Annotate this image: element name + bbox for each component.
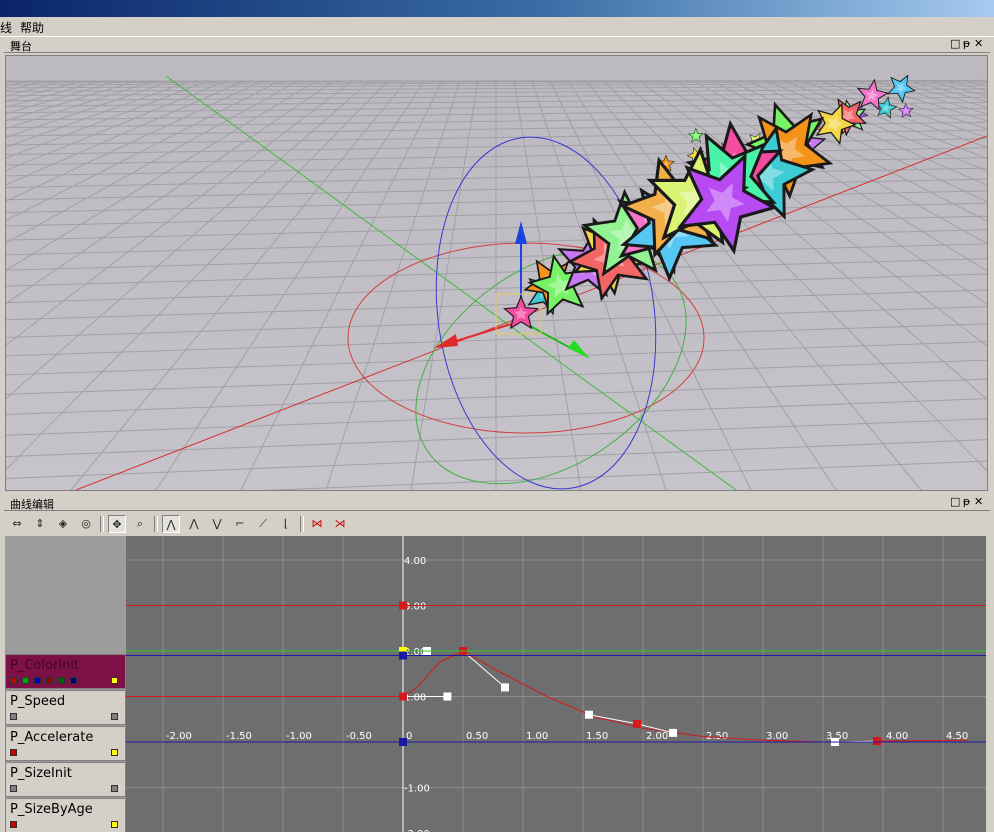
channel-chip[interactable] bbox=[70, 677, 77, 684]
curve-toolbar: ⇔ ⇕ ◈ ◎ ✥ ⌕ ⋀ ⋀ ⋁ ⌐ ⟋ ⌊ ⋈ ⋊ bbox=[6, 513, 986, 535]
curve-mode-2-icon[interactable]: ⋀ bbox=[185, 515, 203, 533]
add-key-icon[interactable]: ⋈ bbox=[308, 515, 326, 533]
pin-icon[interactable]: ᵽ bbox=[962, 495, 974, 508]
curve-mode-1-icon[interactable]: ⋀ bbox=[162, 515, 180, 533]
track-color-chip[interactable] bbox=[111, 677, 118, 684]
stage-panel-title: 舞台 bbox=[10, 40, 32, 53]
restore-icon[interactable]: □ bbox=[950, 37, 962, 50]
pin-icon[interactable]: ᵽ bbox=[962, 37, 974, 50]
track-color-chip[interactable] bbox=[111, 821, 118, 828]
menu-item-partial[interactable]: 线 bbox=[0, 19, 12, 36]
channel-chip[interactable] bbox=[46, 677, 53, 684]
stage-3d-viewport[interactable] bbox=[5, 55, 988, 491]
curve-mode-4-icon[interactable]: ⌐ bbox=[231, 515, 249, 533]
curve-panel-title: 曲线编辑 bbox=[10, 498, 54, 511]
track-label: P_SizeByAge bbox=[10, 802, 93, 817]
channel-chip[interactable] bbox=[34, 677, 41, 684]
close-icon[interactable]: ✕ bbox=[974, 37, 986, 50]
track-color-chip[interactable] bbox=[111, 713, 118, 720]
x-tick-label: 0.50 bbox=[466, 731, 488, 742]
menu-bar: 线 帮助 bbox=[0, 17, 994, 37]
step-tangent-icon[interactable]: ⌊ bbox=[277, 515, 295, 533]
fit-all-icon[interactable]: ◈ bbox=[54, 515, 72, 533]
menu-item-help[interactable]: 帮助 bbox=[20, 19, 44, 36]
linear-tangent-icon[interactable]: ⟋ bbox=[254, 515, 272, 533]
x-tick-label: -1.50 bbox=[226, 731, 252, 742]
track-p-colorinit[interactable]: P_ColorInit bbox=[5, 654, 126, 689]
y-tick-label: 3.00 bbox=[404, 602, 426, 613]
stage-panel-header: 舞台 □ᵽ✕ bbox=[4, 37, 990, 53]
curve-graph-canvas[interactable]: -2.00 -1.50 -1.00 -0.50 0 0.50 1.00 1.50 2.00 2.5… bbox=[102, 536, 986, 832]
curve-mode-3-icon[interactable]: ⋁ bbox=[208, 515, 226, 533]
channel-chip[interactable] bbox=[10, 749, 17, 756]
track-color-chip[interactable] bbox=[111, 785, 118, 792]
curve-key-point[interactable] bbox=[399, 738, 407, 746]
fit-vertical-icon[interactable]: ⇕ bbox=[31, 515, 49, 533]
curve-key-point[interactable] bbox=[633, 719, 641, 728]
track-p-accelerate[interactable]: P_Accelerate bbox=[5, 726, 126, 761]
x-tick-label: -0.50 bbox=[346, 731, 372, 742]
curve-key-point[interactable] bbox=[399, 651, 407, 660]
x-tick-label: -1.00 bbox=[286, 731, 312, 742]
graph-grid bbox=[102, 536, 986, 832]
tangent-handle[interactable] bbox=[585, 710, 593, 719]
x-tick-label: 2.00 bbox=[646, 731, 668, 742]
channel-chip[interactable] bbox=[58, 677, 65, 684]
track-label: P_SizeInit bbox=[10, 766, 72, 781]
tangent-line bbox=[462, 650, 506, 688]
track-list: P_ColorInit P_Speed P_Accelerate P_SizeInit… bbox=[5, 536, 126, 832]
track-label: P_Accelerate bbox=[10, 730, 94, 745]
channel-chip[interactable] bbox=[22, 677, 29, 684]
close-icon[interactable]: ✕ bbox=[974, 495, 986, 508]
curve-panel-header: 曲线编辑 □ᵽ✕ bbox=[4, 495, 990, 511]
x-tick-label: 1.50 bbox=[586, 731, 608, 742]
channel-chip[interactable] bbox=[10, 677, 17, 684]
y-tick-label: -1.00 bbox=[404, 784, 430, 795]
tangent-handle[interactable] bbox=[443, 692, 452, 701]
x-tick-label: 1.00 bbox=[526, 731, 548, 742]
y-tick-label: 4.00 bbox=[404, 556, 426, 567]
track-p-speed[interactable]: P_Speed bbox=[5, 690, 126, 725]
tangent-handle[interactable] bbox=[501, 683, 509, 692]
channel-chip[interactable] bbox=[10, 713, 17, 720]
tangent-line bbox=[588, 714, 638, 725]
track-label: P_Speed bbox=[10, 694, 66, 709]
track-p-sizeinit[interactable]: P_SizeInit bbox=[5, 762, 126, 797]
channel-chip[interactable] bbox=[10, 785, 17, 792]
track-label: P_ColorInit bbox=[10, 658, 80, 673]
curve-key-point[interactable] bbox=[873, 737, 881, 746]
window-title-bar bbox=[0, 0, 994, 17]
restore-icon[interactable]: □ bbox=[950, 495, 962, 508]
curve-editor: P_ColorInit P_Speed P_Accelerate P_SizeInit… bbox=[5, 536, 986, 832]
y-tick-label: 2.00 bbox=[404, 647, 426, 658]
tangent-handle[interactable] bbox=[669, 728, 677, 737]
curve-graph[interactable]: -2.00 -1.50 -1.00 -0.50 0 0.50 1.00 1.50 2.00 2.5… bbox=[102, 536, 986, 832]
channel-chip[interactable] bbox=[10, 821, 17, 828]
fit-horizontal-icon[interactable]: ⇔ bbox=[8, 515, 26, 533]
zoom-icon[interactable]: ⌕ bbox=[131, 515, 149, 533]
x-tick-label: -2.00 bbox=[166, 731, 192, 742]
track-p-sizebyage[interactable]: P_SizeByAge bbox=[5, 798, 126, 832]
stage-scene bbox=[6, 56, 987, 490]
pan-icon[interactable]: ✥ bbox=[108, 515, 126, 533]
delete-key-icon[interactable]: ⋊ bbox=[331, 515, 349, 533]
track-color-chip[interactable] bbox=[111, 749, 118, 756]
curve-key-point[interactable] bbox=[399, 601, 407, 610]
curve-key-point[interactable] bbox=[399, 692, 407, 701]
fit-selected-icon[interactable]: ◎ bbox=[77, 515, 95, 533]
